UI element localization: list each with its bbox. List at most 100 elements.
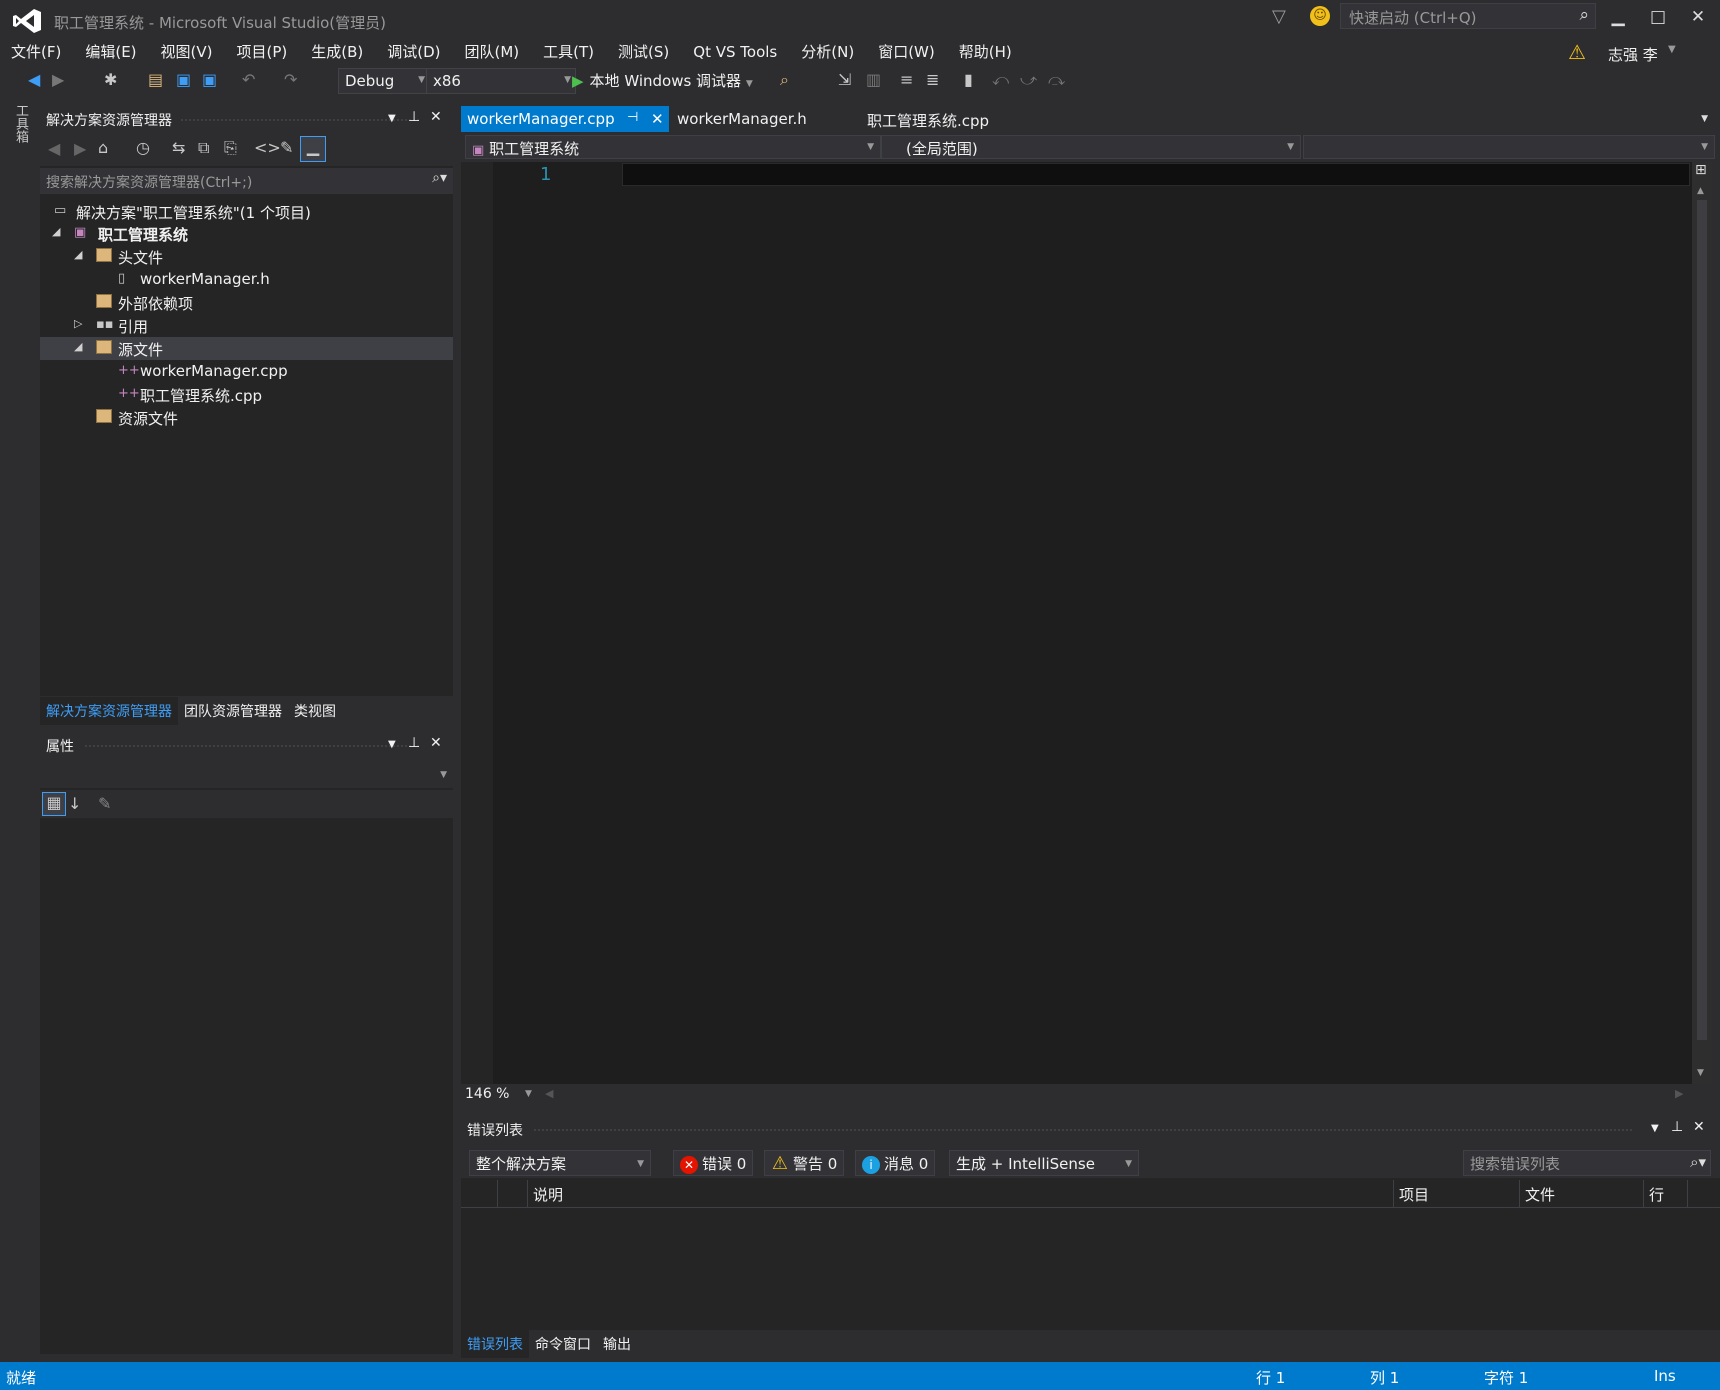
platform-select[interactable]: x86 ▼ bbox=[426, 68, 576, 94]
search-icon[interactable]: ⌕▾ bbox=[432, 170, 447, 186]
errors-filter-button[interactable]: ✕ 错误 0 bbox=[673, 1150, 754, 1176]
member-select[interactable]: ▼ bbox=[1303, 135, 1715, 159]
clear-bookmarks-icon[interactable]: ⤼ bbox=[1048, 70, 1065, 90]
window-position-icon[interactable]: ▼ bbox=[1651, 1123, 1659, 1134]
tab-team-explorer[interactable]: 团队资源管理器 bbox=[178, 697, 288, 725]
pin-icon[interactable]: ⊥ bbox=[408, 735, 420, 751]
error-search-input[interactable]: 搜索错误列表 ⌕▾ bbox=[1463, 1150, 1711, 1176]
menu-analyze[interactable]: 分析(N) bbox=[790, 39, 865, 64]
drag-handle[interactable] bbox=[533, 1128, 1633, 1132]
next-bookmark-icon[interactable]: ⤻ bbox=[1020, 70, 1037, 90]
prev-bookmark-icon[interactable]: ⤺ bbox=[992, 70, 1009, 90]
step-into-icon[interactable]: ⇲ bbox=[838, 70, 851, 89]
open-file-icon[interactable]: ▤ bbox=[148, 70, 163, 89]
user-name[interactable]: 志强 李 bbox=[1608, 44, 1658, 65]
search-icon[interactable]: ⌕▾ bbox=[1690, 1153, 1706, 1171]
collapse-all-icon[interactable]: ⧉ bbox=[198, 138, 209, 158]
close-tab-icon[interactable]: ✕ bbox=[651, 110, 664, 128]
tab-command-window[interactable]: 命令窗口 bbox=[529, 1330, 597, 1358]
scroll-right-icon[interactable]: ▶ bbox=[1675, 1087, 1683, 1100]
solution-explorer-search-input[interactable]: 搜索解决方案资源管理器(Ctrl+;) ⌕▾ bbox=[40, 168, 453, 194]
undo-icon[interactable]: ↶ bbox=[242, 70, 255, 89]
save-all-icon[interactable]: ▣ bbox=[202, 70, 217, 89]
tab-output[interactable]: 输出 bbox=[597, 1330, 637, 1358]
menu-test[interactable]: 测试(S) bbox=[607, 39, 680, 64]
project-select[interactable]: ▣ 职工管理系统 ▼ bbox=[465, 135, 881, 159]
close-button[interactable]: ✕ bbox=[1678, 4, 1718, 30]
back-icon[interactable]: ◀ bbox=[48, 139, 60, 158]
column-description[interactable]: 说明 bbox=[533, 1184, 563, 1205]
code-editor[interactable] bbox=[461, 162, 1694, 1084]
build-filter-select[interactable]: 生成 + IntelliSense ▼ bbox=[949, 1150, 1139, 1176]
comment-icon[interactable]: ▥ bbox=[866, 70, 881, 89]
split-view-icon[interactable]: ⊞ bbox=[1695, 162, 1707, 178]
tree-item-solution[interactable]: ▭ 解决方案"职工管理系统"(1 个项目) bbox=[40, 200, 453, 223]
drag-handle[interactable] bbox=[180, 118, 420, 122]
drag-handle[interactable] bbox=[84, 744, 420, 748]
search-icon[interactable]: ⌕ bbox=[1579, 5, 1589, 25]
scope-select[interactable]: 整个解决方案 ▼ bbox=[469, 1150, 651, 1176]
menu-help[interactable]: 帮助(H) bbox=[948, 39, 1023, 64]
minimize-button[interactable]: ▁ bbox=[1598, 4, 1638, 30]
tree-item-resource-files[interactable]: 资源文件 bbox=[40, 406, 453, 429]
warning-icon[interactable]: ⚠ bbox=[1568, 40, 1586, 64]
expand-triangle-icon[interactable]: ◢ bbox=[74, 340, 82, 353]
tab-worker-manager-h[interactable]: workerManager.h bbox=[671, 106, 813, 132]
tab-worker-manager-cpp[interactable]: workerManager.cpp ⊣ ✕ bbox=[461, 106, 669, 132]
zoom-level[interactable]: 146 % bbox=[465, 1086, 509, 1102]
expand-triangle-icon[interactable]: ◢ bbox=[52, 225, 60, 238]
tree-item-references[interactable]: ▷ ▪▪ 引用 bbox=[40, 314, 453, 337]
configuration-select[interactable]: Debug ▼ bbox=[338, 68, 430, 94]
close-icon[interactable]: ✕ bbox=[1693, 1119, 1705, 1135]
chevron-down-icon[interactable]: ▼ bbox=[525, 1089, 532, 1099]
column-line[interactable]: 行 bbox=[1649, 1184, 1664, 1205]
window-position-icon[interactable]: ▼ bbox=[388, 739, 396, 750]
tab-error-list[interactable]: 错误列表 bbox=[461, 1330, 529, 1358]
scope-select[interactable]: (全局范围) ▼ bbox=[881, 135, 1301, 159]
scroll-up-icon[interactable]: ▲ bbox=[1697, 186, 1704, 196]
quick-launch-input[interactable]: 快速启动 (Ctrl+Q) ⌕ bbox=[1340, 3, 1596, 29]
menu-build[interactable]: 生成(B) bbox=[300, 39, 374, 64]
expand-triangle-icon[interactable]: ▷ bbox=[74, 317, 82, 330]
forward-icon[interactable]: ▶ bbox=[74, 139, 86, 158]
menu-debug[interactable]: 调试(D) bbox=[376, 39, 451, 64]
properties-object-select[interactable]: ▼ bbox=[40, 760, 453, 788]
chevron-down-icon[interactable]: ▼ bbox=[1668, 44, 1676, 55]
save-icon[interactable]: ▣ bbox=[176, 70, 191, 89]
menu-qt-vs-tools[interactable]: Qt VS Tools bbox=[682, 41, 788, 63]
column-project[interactable]: 项目 bbox=[1399, 1184, 1429, 1205]
navigate-back-icon[interactable]: ◀ bbox=[28, 70, 40, 89]
outdent-icon[interactable]: ≣ bbox=[926, 70, 939, 89]
tree-item-project[interactable]: ◢ ▣ 职工管理系统 bbox=[40, 222, 453, 245]
notification-filter-icon[interactable]: ▽ bbox=[1272, 6, 1286, 27]
show-all-files-icon[interactable]: ⎘ bbox=[224, 138, 237, 158]
messages-filter-button[interactable]: i 消息 0 bbox=[855, 1150, 936, 1176]
close-icon[interactable]: ✕ bbox=[430, 109, 442, 125]
menu-window[interactable]: 窗口(W) bbox=[867, 39, 946, 64]
categorized-icon[interactable]: ▦ bbox=[42, 792, 66, 816]
redo-icon[interactable]: ↷ bbox=[284, 70, 297, 89]
menu-file[interactable]: 文件(F) bbox=[0, 39, 72, 64]
menu-edit[interactable]: 编辑(E) bbox=[74, 39, 147, 64]
properties-wrench-icon[interactable]: ✎ bbox=[280, 138, 293, 157]
column-file[interactable]: 文件 bbox=[1525, 1184, 1555, 1205]
chevron-down-icon[interactable]: ▼ bbox=[440, 770, 447, 780]
expand-triangle-icon[interactable]: ◢ bbox=[74, 248, 82, 261]
property-pages-icon[interactable]: ✎ bbox=[98, 794, 111, 813]
maximize-button[interactable]: □ bbox=[1638, 4, 1678, 30]
pin-icon[interactable]: ⊥ bbox=[1671, 1119, 1683, 1135]
tab-main-cpp[interactable]: 职工管理系统.cpp bbox=[861, 106, 995, 132]
menu-view[interactable]: 视图(V) bbox=[150, 39, 224, 64]
pending-changes-icon[interactable]: ◷ bbox=[136, 138, 150, 157]
tree-item-file[interactable]: ▯ workerManager.h bbox=[40, 268, 453, 291]
view-code-icon[interactable]: <> bbox=[254, 138, 281, 157]
close-icon[interactable]: ✕ bbox=[430, 735, 442, 751]
start-debugging-button[interactable]: ▶ 本地 Windows 调试器 ▼ bbox=[572, 70, 753, 91]
tree-item-file[interactable]: ++ workerManager.cpp bbox=[40, 360, 453, 383]
bookmark-icon[interactable]: ▮ bbox=[964, 70, 973, 89]
tree-item-header-files[interactable]: ◢ 头文件 bbox=[40, 245, 453, 268]
tab-class-view[interactable]: 类视图 bbox=[288, 697, 342, 725]
tree-item-file[interactable]: ++ 职工管理系统.cpp bbox=[40, 383, 453, 406]
preview-selected-icon[interactable]: ▁ bbox=[300, 136, 326, 162]
window-position-icon[interactable]: ▼ bbox=[388, 113, 396, 124]
